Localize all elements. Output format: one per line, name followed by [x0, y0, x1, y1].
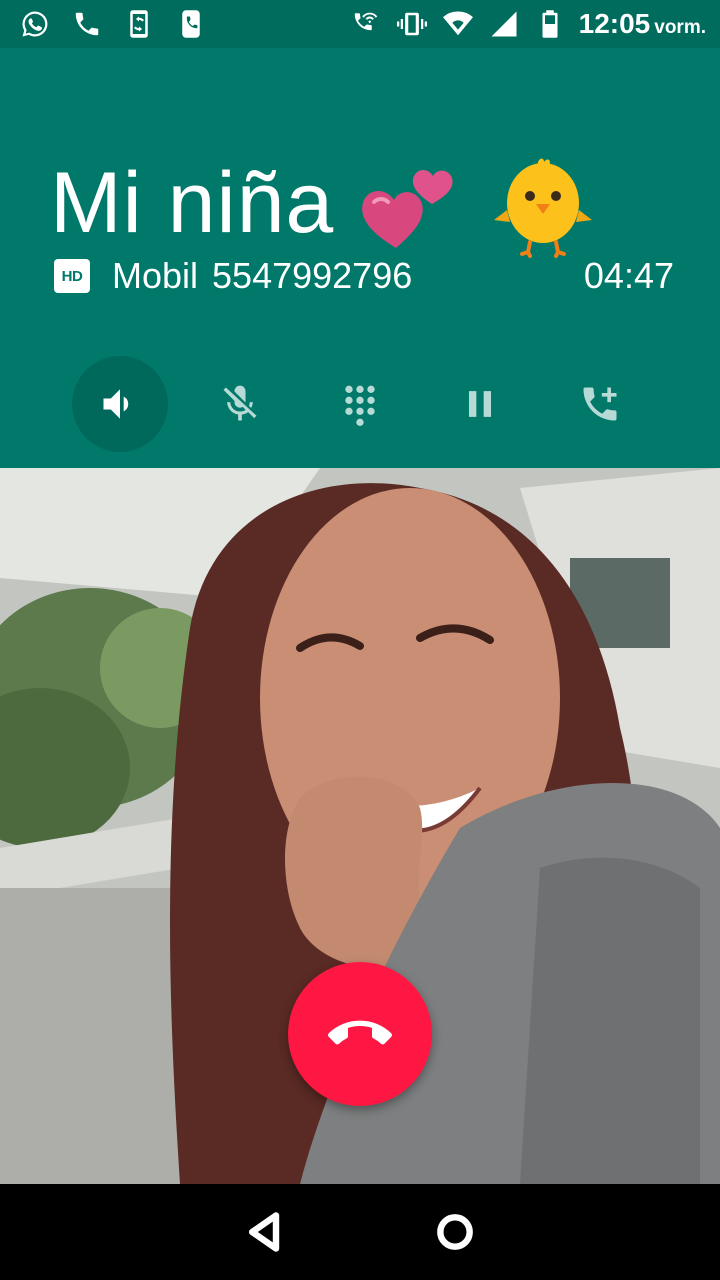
- sim-call-icon: [174, 7, 208, 41]
- end-call-icon: [328, 1020, 392, 1045]
- mic-off-icon: [223, 385, 257, 421]
- add-call-button[interactable]: [552, 356, 648, 452]
- back-button[interactable]: [235, 1202, 295, 1262]
- call-header: Mi niña HD Mobil 5547992796 04:47: [0, 48, 720, 468]
- dialpad-button[interactable]: [312, 356, 408, 452]
- home-button[interactable]: [425, 1202, 485, 1262]
- chick-icon: [488, 148, 598, 258]
- call-controls: [72, 356, 648, 452]
- status-bar: 12:05 vorm.: [0, 0, 720, 48]
- navigation-bar: [0, 1184, 720, 1280]
- dialpad-icon: [345, 385, 375, 426]
- speaker-button[interactable]: [72, 356, 168, 452]
- hd-badge: HD: [54, 259, 90, 293]
- status-clock: 12:05 vorm.: [579, 8, 706, 40]
- phone-icon: [70, 7, 104, 41]
- clock-time: 12:05: [578, 8, 651, 39]
- wifi-call-icon: [349, 7, 383, 41]
- phone-sync-icon: [122, 7, 156, 41]
- vibrate-icon: [395, 7, 429, 41]
- signal-icon: [487, 7, 521, 41]
- pause-icon: [469, 391, 491, 417]
- speaker-icon: [103, 389, 129, 419]
- phone-type: Mobil: [112, 255, 199, 296]
- add-call-icon: [583, 387, 617, 421]
- battery-icon: [533, 7, 567, 41]
- status-left-icons: [18, 7, 208, 41]
- end-call-button[interactable]: [288, 962, 432, 1106]
- call-duration: 04:47: [583, 255, 674, 296]
- phone-number: 5547992796: [212, 255, 413, 296]
- whatsapp-icon: [18, 7, 52, 41]
- clock-ampm: vorm.: [654, 17, 706, 38]
- hold-button[interactable]: [432, 356, 528, 452]
- contact-name-row: Mi niña: [50, 148, 598, 258]
- contact-name: Mi niña: [50, 154, 335, 251]
- home-icon: [437, 1214, 473, 1250]
- call-info-row: HD Mobil 5547992796 04:47: [54, 254, 674, 298]
- wifi-icon: [441, 7, 475, 41]
- back-icon: [248, 1212, 280, 1252]
- two-hearts-icon: [356, 148, 466, 258]
- status-right-icons: 12:05 vorm.: [349, 7, 706, 41]
- mute-button[interactable]: [192, 356, 288, 452]
